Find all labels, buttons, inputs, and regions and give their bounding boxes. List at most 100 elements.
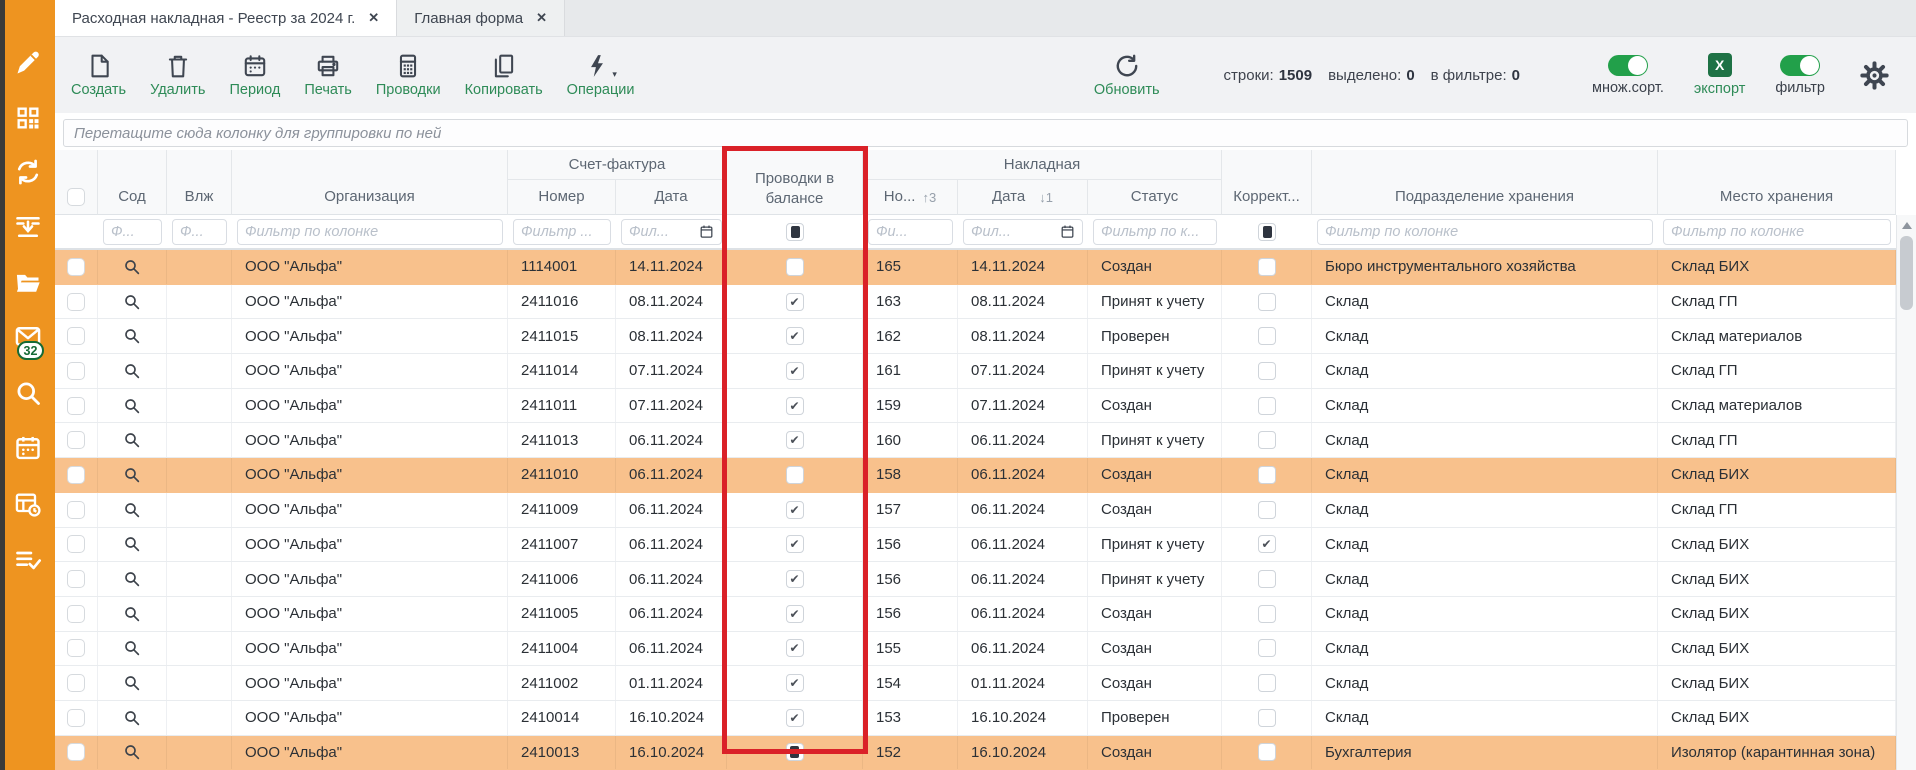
header-waybill-number[interactable]: Но...↑3	[863, 180, 958, 215]
correction-checkbox[interactable]	[1258, 362, 1276, 380]
import-icon[interactable]	[14, 213, 42, 241]
correction-checkbox[interactable]	[1258, 535, 1276, 553]
open-record-search-icon[interactable]	[123, 466, 141, 484]
tab-close-icon[interactable]: ✕	[536, 10, 547, 26]
balance-posting-checkbox[interactable]	[786, 327, 804, 345]
balance-posting-checkbox[interactable]	[786, 466, 804, 484]
open-record-search-icon[interactable]	[123, 293, 141, 311]
multisort-toggle[interactable]: множ.сорт.	[1592, 55, 1664, 96]
period-button[interactable]: Период	[229, 53, 280, 98]
balance-posting-checkbox[interactable]	[786, 639, 804, 657]
balance-posting-checkbox[interactable]	[786, 258, 804, 276]
schedule-report-icon[interactable]	[14, 490, 42, 518]
table-row[interactable]: ООО "Альфа"241101407.11.202416107.11.202…	[55, 354, 1896, 389]
row-select-checkbox[interactable]	[67, 709, 85, 727]
row-select-checkbox[interactable]	[67, 605, 85, 623]
filter-storage-division[interactable]	[1317, 219, 1653, 245]
row-select-checkbox[interactable]	[67, 293, 85, 311]
correction-checkbox[interactable]	[1258, 709, 1276, 727]
row-select-checkbox[interactable]	[67, 362, 85, 380]
filter-organization-input[interactable]	[245, 224, 495, 240]
filter-storage-location[interactable]	[1663, 219, 1891, 245]
table-row[interactable]: ООО "Альфа"241101508.11.202416208.11.202…	[55, 319, 1896, 354]
table-row[interactable]: ООО "Альфа"241101608.11.202416308.11.202…	[55, 285, 1896, 320]
row-select-checkbox[interactable]	[67, 743, 85, 761]
filter-storage-division-input[interactable]	[1325, 224, 1645, 240]
balance-posting-checkbox[interactable]	[786, 709, 804, 727]
copy-button[interactable]: Копировать	[465, 53, 543, 98]
table-row[interactable]: ООО "Альфа"241100906.11.202415706.11.202…	[55, 493, 1896, 528]
header-invoice-number[interactable]: Номер	[508, 180, 616, 215]
select-all-checkbox[interactable]	[67, 188, 85, 206]
header-vlzh[interactable]: Влж	[167, 150, 232, 215]
open-record-search-icon[interactable]	[123, 501, 141, 519]
table-row[interactable]: ООО "Альфа"111400114.11.202416514.11.202…	[55, 250, 1896, 285]
filter-vlzh-input[interactable]	[180, 224, 219, 240]
calendar-icon[interactable]	[14, 434, 42, 462]
header-balance-postings[interactable]: Проводки в балансе	[727, 150, 863, 215]
filter-vlzh[interactable]	[172, 219, 227, 245]
balance-posting-checkbox[interactable]	[786, 431, 804, 449]
balance-posting-checkbox[interactable]	[786, 674, 804, 692]
filter-invoice-date-input[interactable]	[629, 224, 695, 240]
postings-button[interactable]: Проводки	[376, 53, 441, 98]
open-record-search-icon[interactable]	[123, 397, 141, 415]
correction-checkbox[interactable]	[1258, 397, 1276, 415]
header-sod[interactable]: Сод	[98, 150, 167, 215]
filter-sod[interactable]	[103, 219, 162, 245]
create-button[interactable]: Создать	[71, 53, 126, 98]
open-record-search-icon[interactable]	[123, 709, 141, 727]
open-record-search-icon[interactable]	[123, 605, 141, 623]
open-record-search-icon[interactable]	[123, 258, 141, 276]
row-select-checkbox[interactable]	[67, 535, 85, 553]
row-select-checkbox[interactable]	[67, 258, 85, 276]
balance-posting-checkbox[interactable]	[786, 362, 804, 380]
filter-invoice-number-input[interactable]	[521, 224, 603, 240]
open-record-search-icon[interactable]	[123, 431, 141, 449]
filter-invoice-number[interactable]	[513, 219, 611, 245]
correction-checkbox[interactable]	[1258, 674, 1276, 692]
operations-button[interactable]: ▾ Операции	[567, 52, 635, 98]
open-record-search-icon[interactable]	[123, 570, 141, 588]
table-row[interactable]: ООО "Альфа"241101107.11.202415907.11.202…	[55, 389, 1896, 424]
scrollbar-thumb[interactable]	[1900, 236, 1913, 310]
tab-main-form[interactable]: Главная форма ✕	[396, 0, 565, 36]
filter-status[interactable]	[1093, 219, 1217, 245]
row-select-checkbox[interactable]	[67, 397, 85, 415]
refresh-button[interactable]: Обновить	[1094, 53, 1160, 98]
row-select-checkbox[interactable]	[67, 327, 85, 345]
correction-checkbox[interactable]	[1258, 605, 1276, 623]
header-correction[interactable]: Коррект...	[1222, 150, 1312, 215]
row-select-checkbox[interactable]	[67, 674, 85, 692]
balance-posting-checkbox[interactable]	[786, 570, 804, 588]
filter-waybill-number-input[interactable]	[876, 224, 945, 240]
folder-icon[interactable]	[14, 269, 42, 297]
filter-invoice-date[interactable]	[621, 219, 722, 245]
print-button[interactable]: Печать	[304, 53, 352, 98]
filter-waybill-date-input[interactable]	[971, 224, 1056, 240]
correction-checkbox[interactable]	[1258, 327, 1276, 345]
open-record-search-icon[interactable]	[123, 535, 141, 553]
export-button[interactable]: X экспорт	[1694, 53, 1745, 97]
filter-correction-checkbox[interactable]	[1258, 223, 1276, 241]
table-row[interactable]: ООО "Альфа"241100506.11.202415606.11.202…	[55, 597, 1896, 632]
table-row[interactable]: ООО "Альфа"241101006.11.202415806.11.202…	[55, 458, 1896, 493]
edit-icon[interactable]	[14, 49, 42, 77]
table-row[interactable]: ООО "Альфа"241001416.10.202415316.10.202…	[55, 701, 1896, 736]
open-record-search-icon[interactable]	[123, 327, 141, 345]
row-select-checkbox[interactable]	[67, 570, 85, 588]
table-row[interactable]: ООО "Альфа"241100201.11.202415401.11.202…	[55, 666, 1896, 701]
row-select-checkbox[interactable]	[67, 639, 85, 657]
balance-posting-checkbox[interactable]	[786, 501, 804, 519]
header-storage-division[interactable]: Подразделение хранения	[1312, 150, 1658, 215]
open-record-search-icon[interactable]	[123, 674, 141, 692]
table-row[interactable]: ООО "Альфа"241100406.11.202415506.11.202…	[55, 632, 1896, 667]
group-by-dropzone[interactable]: Перетащите сюда колонку для группировки …	[63, 119, 1908, 147]
header-status[interactable]: Статус	[1088, 180, 1222, 215]
balance-posting-checkbox[interactable]	[786, 605, 804, 623]
open-record-search-icon[interactable]	[123, 362, 141, 380]
header-invoice-date[interactable]: Дата	[616, 180, 727, 215]
modules-icon[interactable]	[14, 104, 42, 132]
tab-register[interactable]: Расходная накладная - Реестр за 2024 г. …	[55, 0, 396, 36]
row-select-checkbox[interactable]	[67, 431, 85, 449]
